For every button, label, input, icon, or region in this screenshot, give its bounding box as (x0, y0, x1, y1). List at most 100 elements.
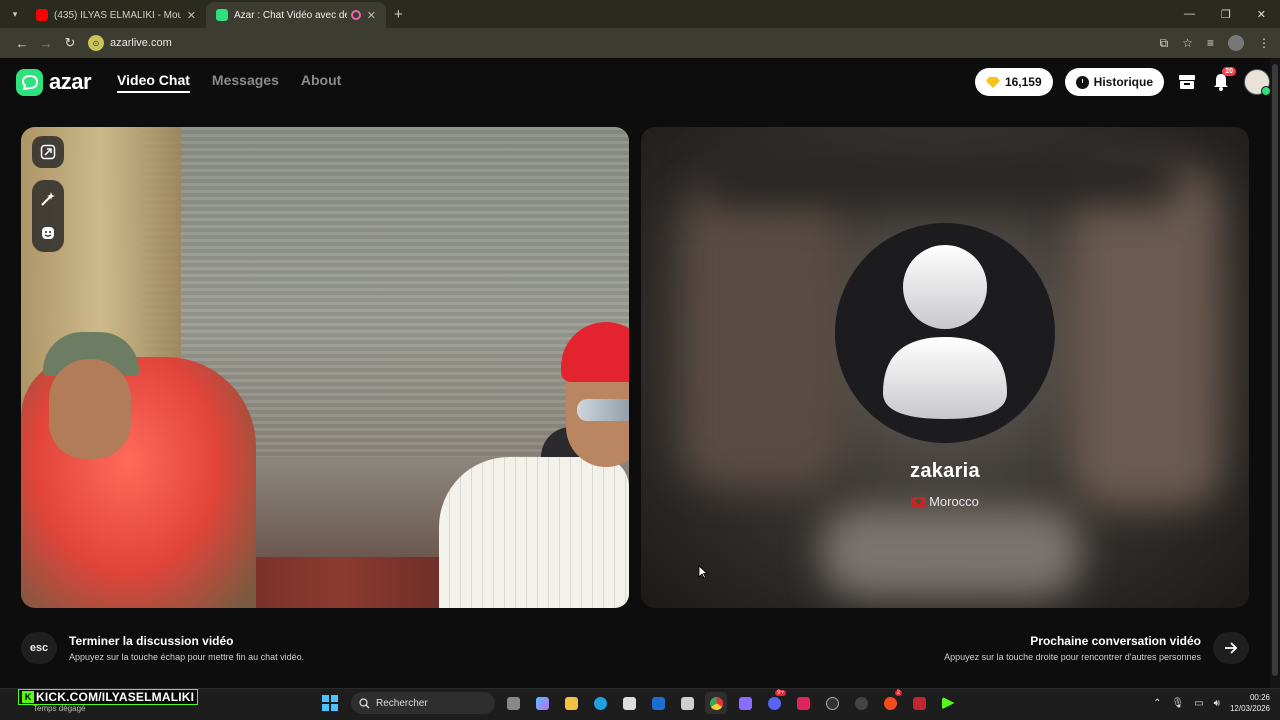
start-button[interactable] (322, 695, 338, 711)
window-controls: — ❐ ✕ (1184, 8, 1266, 21)
chevron-up-icon[interactable]: ⌃ (1153, 698, 1161, 709)
nav-messages[interactable]: Messages (212, 72, 279, 93)
taskbar-apps: Rechercher 9+ 2 (322, 690, 959, 714)
url-text[interactable]: azarlive.com (110, 37, 172, 49)
history-button[interactable]: Historique (1064, 68, 1164, 96)
close-icon[interactable]: ✕ (187, 9, 196, 22)
next-chat-info: Prochaine conversation vidéo Appuyez sur… (944, 634, 1201, 662)
partner-country-label: Morocco (929, 494, 979, 509)
store-icon[interactable] (1176, 71, 1198, 93)
system-tray: ⌃ 🎙︎ ▭ 🔊︎ 00:26 12/03/2026 (1153, 692, 1270, 714)
adobe-icon[interactable] (792, 692, 814, 714)
reload-icon[interactable]: ↻ (58, 35, 82, 51)
end-chat-title: Terminer la discussion vidéo (69, 634, 234, 648)
store-app-icon[interactable] (618, 692, 640, 714)
app-icon[interactable] (676, 692, 698, 714)
notifications-icon[interactable]: 20 (1210, 67, 1236, 93)
install-icon[interactable]: ⧉ (1160, 36, 1169, 51)
logo-text: azar (49, 69, 92, 94)
profile-avatar[interactable] (1228, 35, 1244, 51)
video-person (49, 359, 131, 459)
default-user-icon (883, 245, 1007, 419)
mouse-cursor-icon (698, 565, 708, 579)
gems-button[interactable]: 16,159 (974, 68, 1053, 96)
partner-avatar (835, 223, 1055, 443)
magic-wand-icon[interactable] (32, 182, 64, 216)
close-window-icon[interactable]: ✕ (1257, 8, 1266, 21)
next-chat-title: Prochaine conversation vidéo (1030, 634, 1201, 648)
morocco-flag-icon (911, 496, 927, 507)
azar-icon (216, 9, 228, 21)
tab-title: Azar : Chat Vidéo avec de n (234, 9, 347, 21)
taskbar-search[interactable]: Rechercher (351, 692, 495, 714)
partner-name: zakaria (910, 460, 980, 482)
stream-overlay: K KICK.COM/ILYASELMALIKI (18, 689, 199, 705)
chat-controls: esc Terminer la discussion vidéo Appuyez… (21, 622, 1249, 674)
clock-icon (1075, 75, 1089, 89)
end-chat-info: Terminer la discussion vidéo Appuyez sur… (69, 634, 304, 662)
user-avatar[interactable] (1244, 69, 1271, 96)
browser-tab-bar: ▾ (435) ILYAS ELMALIKI - Moul ch ✕ Azar … (0, 0, 1280, 28)
app-icon[interactable] (850, 692, 872, 714)
azar-logo[interactable]: azar (16, 68, 92, 96)
video-person (439, 457, 629, 608)
copilot-icon[interactable] (531, 692, 553, 714)
next-chat-button[interactable] (1213, 632, 1249, 664)
clock-time: 00:26 (1249, 693, 1270, 702)
scrollbar-thumb[interactable] (1272, 64, 1278, 676)
tab-youtube[interactable]: (435) ILYAS ELMALIKI - Moul ch ✕ (26, 2, 206, 28)
app-header: azar Video Chat Messages About 16,159 Hi… (0, 58, 1271, 106)
stream-app-icon[interactable] (908, 692, 930, 714)
address-bar: ← → ↻ ⊙ azarlive.com ⧉ ☆ ≡ ⋮ (0, 28, 1280, 58)
play-icon[interactable] (937, 692, 959, 714)
history-label: Historique (1093, 75, 1153, 89)
gems-count: 16,159 (1004, 75, 1042, 89)
search-placeholder: Rechercher (376, 697, 428, 709)
game-controller-icon[interactable] (734, 692, 756, 714)
edge-icon[interactable] (589, 692, 611, 714)
file-explorer-icon[interactable] (560, 692, 582, 714)
system-clock[interactable]: 00:26 12/03/2026 (1230, 692, 1270, 714)
partner-video: zakaria Morocco (641, 127, 1249, 608)
face-mask-icon[interactable] (32, 216, 64, 250)
minimize-icon[interactable]: — (1184, 8, 1195, 21)
kick-logo-icon: K (22, 691, 34, 703)
obs-icon[interactable] (821, 692, 843, 714)
restore-icon[interactable]: ❐ (1221, 8, 1231, 21)
outlook-icon[interactable] (647, 692, 669, 714)
nav-about[interactable]: About (301, 72, 341, 93)
clock-date: 12/03/2026 (1229, 704, 1270, 713)
close-icon[interactable]: ✕ (367, 9, 376, 22)
task-view-icon[interactable] (502, 692, 524, 714)
tab-search-icon[interactable]: ▾ (4, 3, 26, 25)
discord-icon[interactable]: 9+ (763, 690, 786, 714)
new-tab-button[interactable]: + (394, 6, 403, 23)
end-chat-button[interactable]: esc (21, 632, 57, 664)
microphone-icon[interactable]: 🎙︎ (1171, 698, 1184, 709)
nav-video-chat[interactable]: Video Chat (117, 72, 190, 93)
forward-icon[interactable]: → (34, 36, 58, 51)
display-icon[interactable]: ▭ (1194, 698, 1203, 709)
volume-icon[interactable]: 🔊︎ (1214, 698, 1220, 709)
self-video (21, 127, 629, 608)
brave-icon[interactable]: 2 (879, 690, 902, 714)
azar-logo-icon (16, 68, 43, 96)
partner-country: Morocco (641, 494, 1249, 509)
menu-kebab-icon[interactable]: ⋮ (1258, 36, 1270, 50)
resize-icon[interactable] (32, 136, 64, 168)
reading-list-icon[interactable]: ≡ (1207, 36, 1214, 50)
end-chat-subtitle: Appuyez sur la touche échap pour mettre … (69, 652, 305, 662)
stream-overlay-text: KICK.COM/ILYASELMALIKI (36, 690, 195, 704)
back-icon[interactable]: ← (10, 36, 34, 51)
main-nav: Video Chat Messages About (117, 72, 341, 93)
weather-widget[interactable]: Temps dégagé (33, 704, 85, 713)
tab-title: (435) ILYAS ELMALIKI - Moul ch (54, 9, 181, 21)
url-field[interactable]: ⊙ azarlive.com (88, 32, 1160, 54)
chrome-icon[interactable] (705, 692, 727, 714)
app-badge: 2 (894, 690, 902, 696)
site-info-icon[interactable]: ⊙ (88, 35, 104, 51)
tab-azar[interactable]: Azar : Chat Vidéo avec de n ✕ (206, 2, 386, 28)
bookmark-star-icon[interactable]: ☆ (1182, 36, 1193, 50)
recording-icon (350, 10, 361, 20)
arrow-right-icon (1225, 642, 1238, 654)
